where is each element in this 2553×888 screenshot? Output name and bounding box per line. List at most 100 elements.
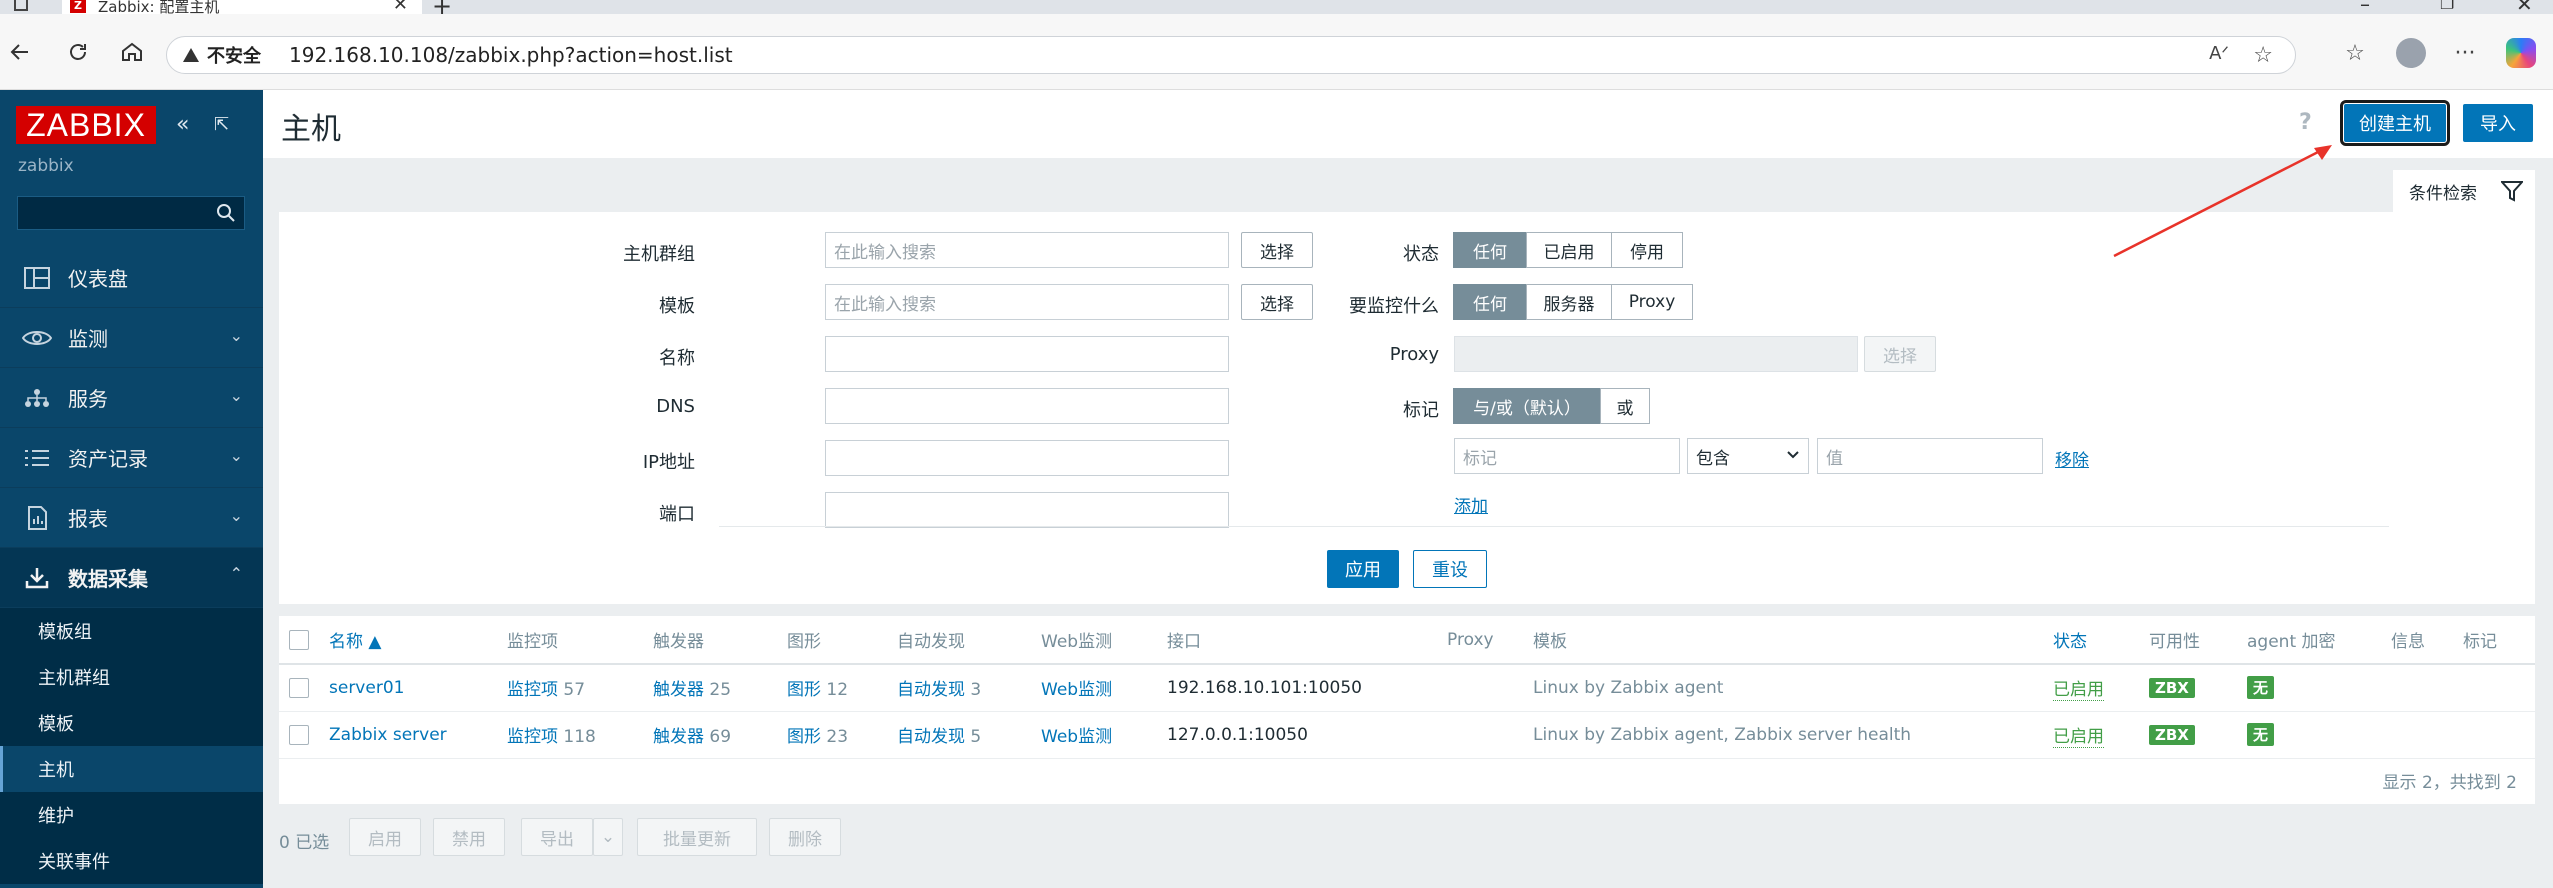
templates-select-button[interactable]: 选择 [1241,284,1313,320]
sidebar-item-label: 监测 [68,327,108,351]
more-icon[interactable]: ··· [2448,36,2482,70]
import-button[interactable]: 导入 [2463,104,2533,142]
home-icon[interactable] [116,36,148,68]
tags-or-option[interactable]: 或 [1600,388,1650,424]
submenu-item-templates[interactable]: 模板 [0,700,263,746]
column-availability: 可用性 [2139,616,2237,665]
web-link[interactable]: Web监测 [1041,727,1112,747]
create-host-button[interactable]: 创建主机 [2340,100,2450,146]
tag-name-input[interactable]: 标记 [1454,438,1680,474]
status-toggle[interactable]: 已启用 [2053,727,2104,748]
copilot-icon[interactable] [2504,36,2538,70]
port-input[interactable] [825,492,1229,528]
kiosk-mode-icon[interactable]: ⇱ [214,114,229,135]
web-link[interactable]: Web监测 [1041,680,1112,700]
browser-toolbar: 不安全 192.168.10.108/zabbix.php?action=hos… [0,14,2553,90]
browser-tab[interactable]: Z Zabbix: 配置主机 ✕ [62,0,422,16]
items-link[interactable]: 监控项 [507,680,558,700]
chevron-down-icon: ⌄ [229,326,243,345]
graphs-link[interactable]: 图形 [787,680,821,700]
tab-actions-icon[interactable] [14,0,28,11]
sidebar-item-label: 服务 [68,387,108,411]
sidebar-item-reports[interactable]: 报表 ⌄ [0,488,263,548]
back-icon[interactable] [4,36,36,68]
template-link[interactable]: Linux by Zabbix agent [1533,678,1723,698]
reset-button[interactable]: 重设 [1413,550,1487,588]
status-any-option[interactable]: 任何 [1453,232,1527,268]
host-groups-label: 主机群组 [623,244,695,265]
help-icon[interactable]: ? [2299,110,2321,135]
status-toggle[interactable]: 已启用 [2053,680,2104,702]
restore-icon[interactable]: ❐ [2440,0,2454,13]
add-tag-link[interactable]: 添加 [1454,492,1488,517]
interface-cell: 192.168.10.101:10050 [1157,664,1437,712]
tags-evaltype-radio-group: 与/或（默认） 或 [1453,388,1650,424]
host-groups-input[interactable]: 在此输入搜索 [825,232,1229,268]
read-aloud-icon[interactable]: Aᐟ [2209,43,2229,64]
host-name-link[interactable]: Zabbix server [329,725,447,745]
templates-input[interactable]: 在此输入搜索 [825,284,1229,320]
info-cell [2381,664,2453,712]
profile-icon[interactable] [2394,36,2428,70]
warning-icon [183,48,199,62]
items-link[interactable]: 监控项 [507,727,558,747]
tag-value-input[interactable]: 值 [1817,438,2043,474]
sidebar-search-input[interactable] [17,196,245,230]
sidebar-item-dashboard[interactable]: 仪表盘 [0,248,263,308]
sidebar-item-inventory[interactable]: 资产记录 ⌄ [0,428,263,488]
monitored-server-option[interactable]: 服务器 [1526,284,1612,320]
sidebar: ZABBIX « ⇱ zabbix 仪表盘 监测 ⌄ 服务 ⌄ 资产记录 ⌄ 报 [0,90,263,888]
submenu-item-template-groups[interactable]: 模板组 [0,608,263,654]
sidebar-item-label: 数据采集 [68,567,148,591]
chevron-down-icon: ⌄ [229,386,243,405]
dns-input[interactable] [825,388,1229,424]
monitored-any-option[interactable]: 任何 [1453,284,1527,320]
name-input[interactable] [825,336,1229,372]
triggers-link[interactable]: 触发器 [653,680,704,700]
security-warning[interactable]: 不安全 [183,42,261,68]
submenu-item-event-correlation[interactable]: 关联事件 [0,838,263,884]
column-discovery: 自动发现 [887,616,1031,665]
triggers-link[interactable]: 触发器 [653,727,704,747]
discovery-link[interactable]: 自动发现 [897,680,965,700]
filter-tab[interactable]: 条件检索 [2393,170,2535,212]
search-icon[interactable] [216,203,236,223]
graphs-link[interactable]: 图形 [787,727,821,747]
template-link-extra[interactable]: , Zabbix server health [1723,725,1911,745]
favorites-icon[interactable]: ☆ [2338,36,2372,70]
sidebar-item-monitoring[interactable]: 监测 ⌄ [0,308,263,368]
monitored-proxy-option[interactable]: Proxy [1611,284,1693,320]
filter-divider [719,526,2389,527]
discovery-link[interactable]: 自动发现 [897,727,965,747]
proxy-input [1454,336,1858,372]
submenu-item-hosts[interactable]: 主机 [0,746,263,792]
status-enabled-option[interactable]: 已启用 [1526,232,1612,268]
favorite-star-icon[interactable]: ☆ [2253,43,2273,68]
sidebar-item-label: 报表 [68,507,108,531]
remove-tag-link[interactable]: 移除 [2055,446,2089,471]
url-text[interactable]: 192.168.10.108/zabbix.php?action=host.li… [289,43,733,67]
tags-and-or-option[interactable]: 与/或（默认） [1453,388,1601,424]
submenu-item-maintenance[interactable]: 维护 [0,792,263,838]
tab-close-icon[interactable]: ✕ [393,0,408,15]
column-proxy: Proxy [1437,616,1523,665]
sidebar-item-services[interactable]: 服务 ⌄ [0,368,263,428]
column-status[interactable]: 状态 [2043,616,2139,665]
sidebar-item-data-collection[interactable]: 数据采集 ⌃ [0,548,263,608]
refresh-icon[interactable] [62,36,94,68]
ip-input[interactable] [825,440,1229,476]
tag-operator-select[interactable]: 包含 [1687,438,1809,474]
template-link[interactable]: Linux by Zabbix agent [1533,725,1723,745]
select-all-checkbox[interactable] [289,629,309,650]
column-name[interactable]: 名称 ▲ [319,616,497,665]
row-checkbox[interactable] [289,677,309,698]
submenu-item-host-groups[interactable]: 主机群组 [0,654,263,700]
collapse-sidebar-icon[interactable]: « [176,112,189,137]
zabbix-logo[interactable]: ZABBIX [16,106,156,144]
address-bar[interactable]: 不安全 192.168.10.108/zabbix.php?action=hos… [166,36,2296,74]
apply-button[interactable]: 应用 [1327,550,1399,588]
status-disabled-option[interactable]: 停用 [1611,232,1683,268]
row-checkbox[interactable] [289,724,309,745]
host-groups-select-button[interactable]: 选择 [1241,232,1313,268]
host-name-link[interactable]: server01 [329,678,404,698]
